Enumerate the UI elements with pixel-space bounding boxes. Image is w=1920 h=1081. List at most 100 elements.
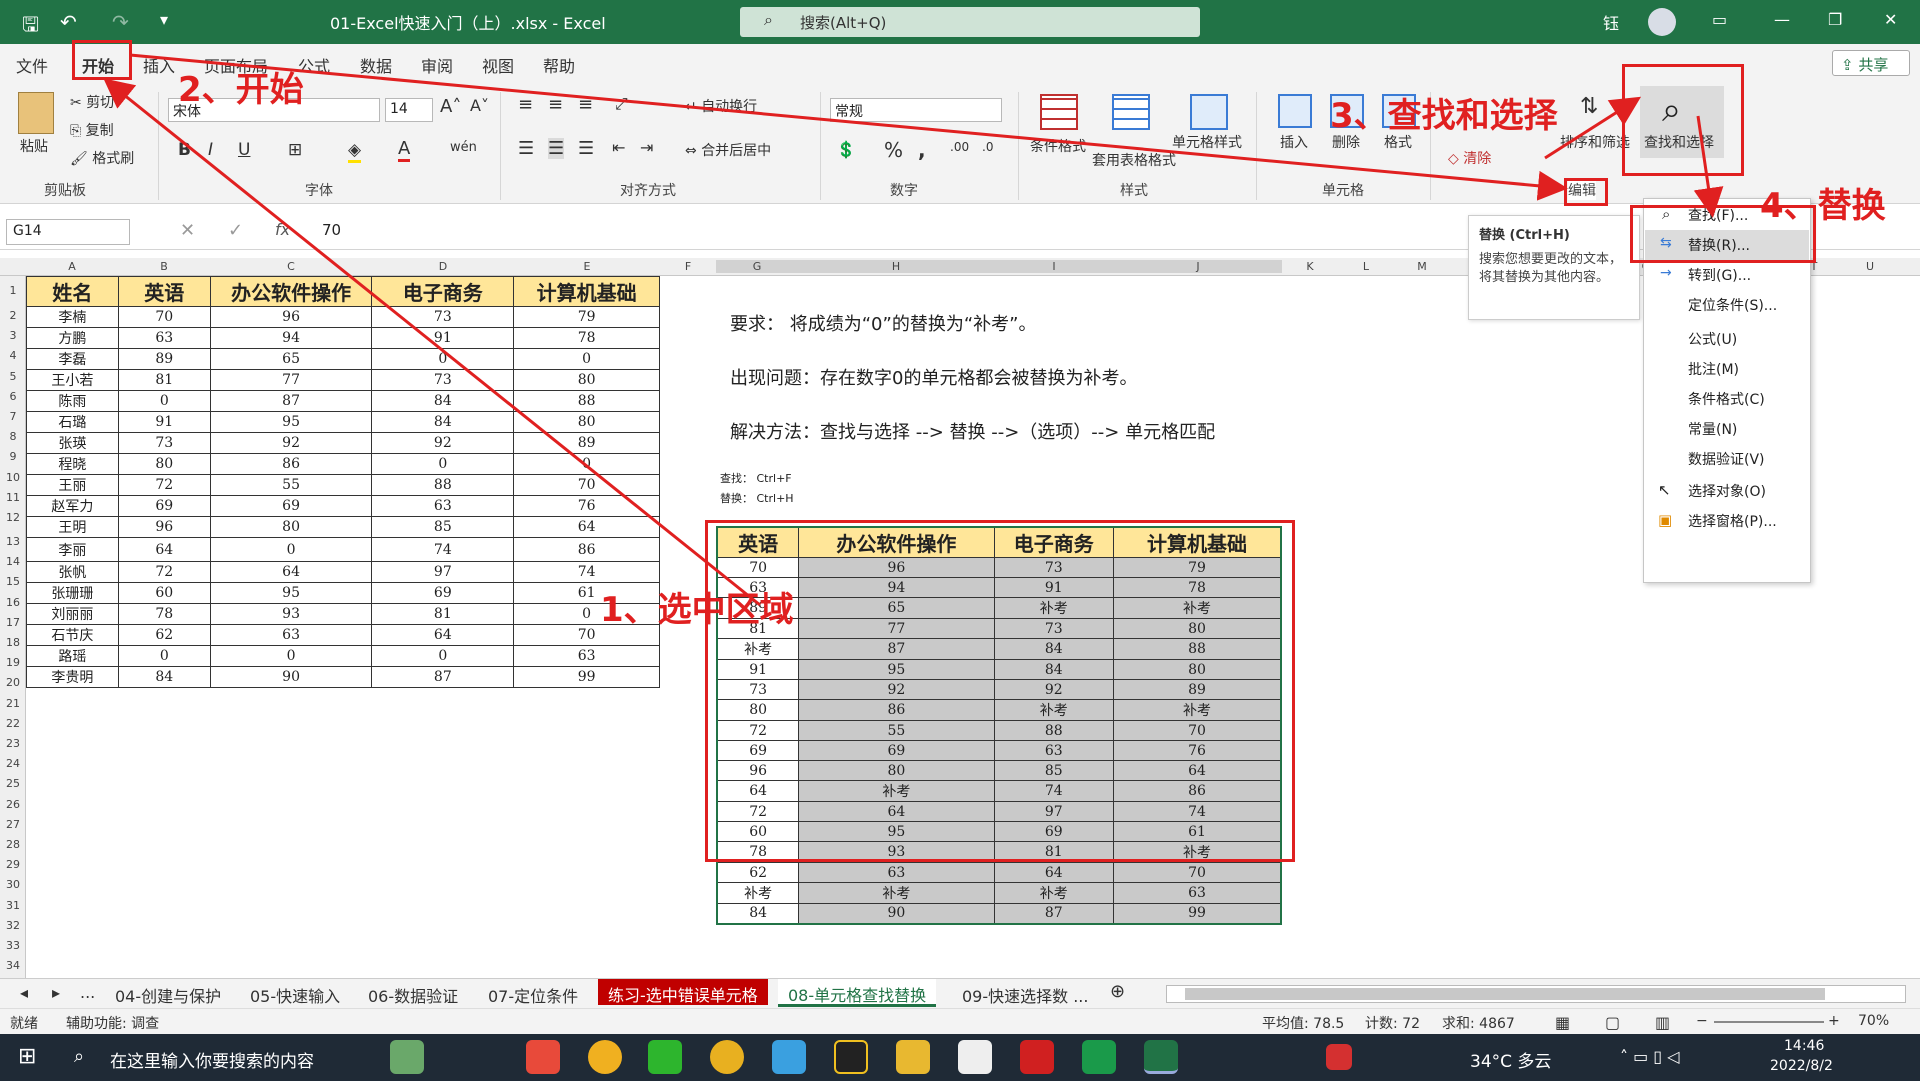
align-left-icon[interactable]: ☰ [518, 138, 534, 159]
row-header[interactable]: 14 [0, 555, 26, 568]
cell[interactable]: 64 [513, 516, 660, 538]
row-header[interactable]: 30 [0, 878, 26, 891]
row-header[interactable]: 12 [0, 511, 26, 524]
menu-view[interactable]: 视图 [482, 53, 514, 77]
cell[interactable]: 王小若 [26, 369, 119, 391]
enter-icon[interactable]: ✓ [228, 220, 243, 241]
format-as-table-icon[interactable] [1112, 94, 1150, 130]
row-header[interactable]: 18 [0, 636, 26, 649]
folder-icon[interactable] [896, 1040, 930, 1074]
increase-decimal-icon[interactable]: .00 [950, 140, 969, 154]
accounting-icon[interactable]: 💲 [836, 140, 856, 159]
cell[interactable]: 李楠 [26, 306, 119, 328]
tab-sheet[interactable]: 09-快速选择数 ... [962, 983, 1088, 1007]
row-header[interactable]: 7 [0, 410, 26, 423]
cell[interactable]: 76 [513, 495, 660, 517]
column-header[interactable]: I [994, 260, 1114, 273]
format-painter-button[interactable]: 🖌 格式刷 [70, 148, 134, 168]
cell[interactable]: 80 [513, 369, 660, 391]
sort-filter-label[interactable]: 排序和筛选 [1560, 132, 1630, 152]
paste-label[interactable]: 粘贴 [20, 136, 48, 156]
conditional-formatting-label[interactable]: 条件格式 [1030, 136, 1086, 156]
row-header[interactable]: 26 [0, 798, 26, 811]
row-header[interactable]: 24 [0, 757, 26, 770]
cell[interactable]: 96 [209, 306, 373, 328]
zoom-slider[interactable] [1714, 1021, 1824, 1023]
italic-icon[interactable]: I [208, 140, 213, 160]
cell[interactable]: 63 [117, 327, 211, 349]
cell[interactable]: 74 [371, 537, 515, 562]
cell[interactable]: 89 [117, 348, 211, 370]
cell[interactable]: 88 [513, 390, 660, 412]
cell[interactable]: 李贵明 [26, 666, 119, 688]
search-input[interactable]: ⌕ 搜索(Alt+Q) [740, 7, 1200, 37]
row-header[interactable]: 11 [0, 491, 26, 504]
comma-icon[interactable]: , [918, 138, 926, 162]
cell[interactable]: 0 [513, 453, 660, 475]
cell[interactable]: 84 [716, 903, 800, 924]
undo-icon[interactable]: ↶ [60, 10, 77, 34]
cell-styles-label[interactable]: 单元格样式 [1172, 132, 1242, 152]
grow-font-icon[interactable]: A˄ [440, 96, 461, 117]
cell[interactable]: 补考 [993, 882, 1115, 904]
cell[interactable]: 91 [117, 411, 211, 433]
underline-icon[interactable]: U [238, 140, 250, 160]
cell[interactable]: 92 [209, 432, 373, 454]
cell[interactable]: 92 [371, 432, 515, 454]
cell[interactable]: 73 [371, 369, 515, 391]
format-as-table-label[interactable]: 套用表格格式 [1092, 150, 1176, 170]
row-header[interactable]: 5 [0, 370, 26, 383]
wrap-text-button[interactable]: ↵ 自动换行 [685, 96, 757, 116]
page-layout-icon[interactable]: ▢ [1605, 1013, 1620, 1032]
border-icon[interactable]: ⊞ [288, 140, 302, 160]
cell[interactable]: 补考 [798, 882, 995, 904]
row-header[interactable]: 21 [0, 697, 26, 710]
pycharm-icon[interactable] [1082, 1040, 1116, 1074]
row-header[interactable]: 9 [0, 450, 26, 463]
tray-app-icon[interactable] [1326, 1044, 1352, 1070]
cell[interactable]: 张珊珊 [26, 582, 119, 604]
menu-data[interactable]: 数据 [360, 53, 392, 77]
align-middle-icon[interactable]: ≡ [548, 94, 563, 115]
tray-icons[interactable]: ˄ ▭ ▯ ◁ [1620, 1047, 1679, 1066]
menu-help[interactable]: 帮助 [543, 53, 575, 77]
menu-item-comments[interactable]: 批注(M) [1688, 359, 1739, 379]
row-header[interactable]: 23 [0, 737, 26, 750]
menu-item-select-objects[interactable]: 选择对象(O) [1688, 481, 1766, 501]
cell[interactable]: 刘丽丽 [26, 603, 119, 625]
cell[interactable]: 0 [117, 645, 211, 667]
tab-sheet[interactable]: 练习-选中错误单元格 [598, 979, 768, 1005]
qq-icon[interactable] [834, 1040, 868, 1074]
insert-function-icon[interactable]: fx [275, 220, 290, 239]
header-cell[interactable]: 英语 [117, 276, 211, 307]
page-break-icon[interactable]: ▥ [1655, 1013, 1670, 1032]
cell[interactable]: 70 [513, 474, 660, 496]
sort-filter-icon[interactable]: ⇅ [1580, 94, 1598, 119]
row-header[interactable]: 17 [0, 616, 26, 629]
cell[interactable]: 60 [117, 582, 211, 604]
phonetic-icon[interactable]: wén [450, 140, 477, 155]
cell[interactable]: 0 [371, 453, 515, 475]
cell[interactable]: 0 [209, 537, 373, 562]
menu-item-constants[interactable]: 常量(N) [1688, 419, 1737, 439]
tab-sheet[interactable]: 07-定位条件 [488, 983, 578, 1007]
tab-next-icon[interactable]: ▸ [52, 983, 60, 1002]
tab-prev-icon[interactable]: ◂ [20, 983, 28, 1002]
cell[interactable]: 90 [209, 666, 373, 688]
windows-start-icon[interactable]: ⊞ [18, 1044, 36, 1069]
zoom-out-icon[interactable]: − [1696, 1013, 1708, 1029]
row-header[interactable]: 20 [0, 676, 26, 689]
search-highlight-icon[interactable] [390, 1040, 424, 1074]
decrease-decimal-icon[interactable]: .0 [982, 140, 993, 154]
cell[interactable]: 87 [371, 666, 515, 688]
cell[interactable]: 72 [117, 561, 211, 583]
cell[interactable]: 78 [513, 327, 660, 349]
font-size-select[interactable]: 14 [385, 98, 433, 122]
tab-active-sheet[interactable]: 08-单元格查找替换 [778, 979, 937, 1007]
cell[interactable]: 96 [117, 516, 211, 538]
menu-item-goto-special[interactable]: 定位条件(S)... [1688, 295, 1777, 315]
clear-button[interactable]: ◇ 清除 [1448, 148, 1491, 168]
cell[interactable]: 0 [209, 645, 373, 667]
tab-sheet[interactable]: 05-快速输入 [250, 983, 340, 1007]
cell[interactable]: 84 [371, 411, 515, 433]
